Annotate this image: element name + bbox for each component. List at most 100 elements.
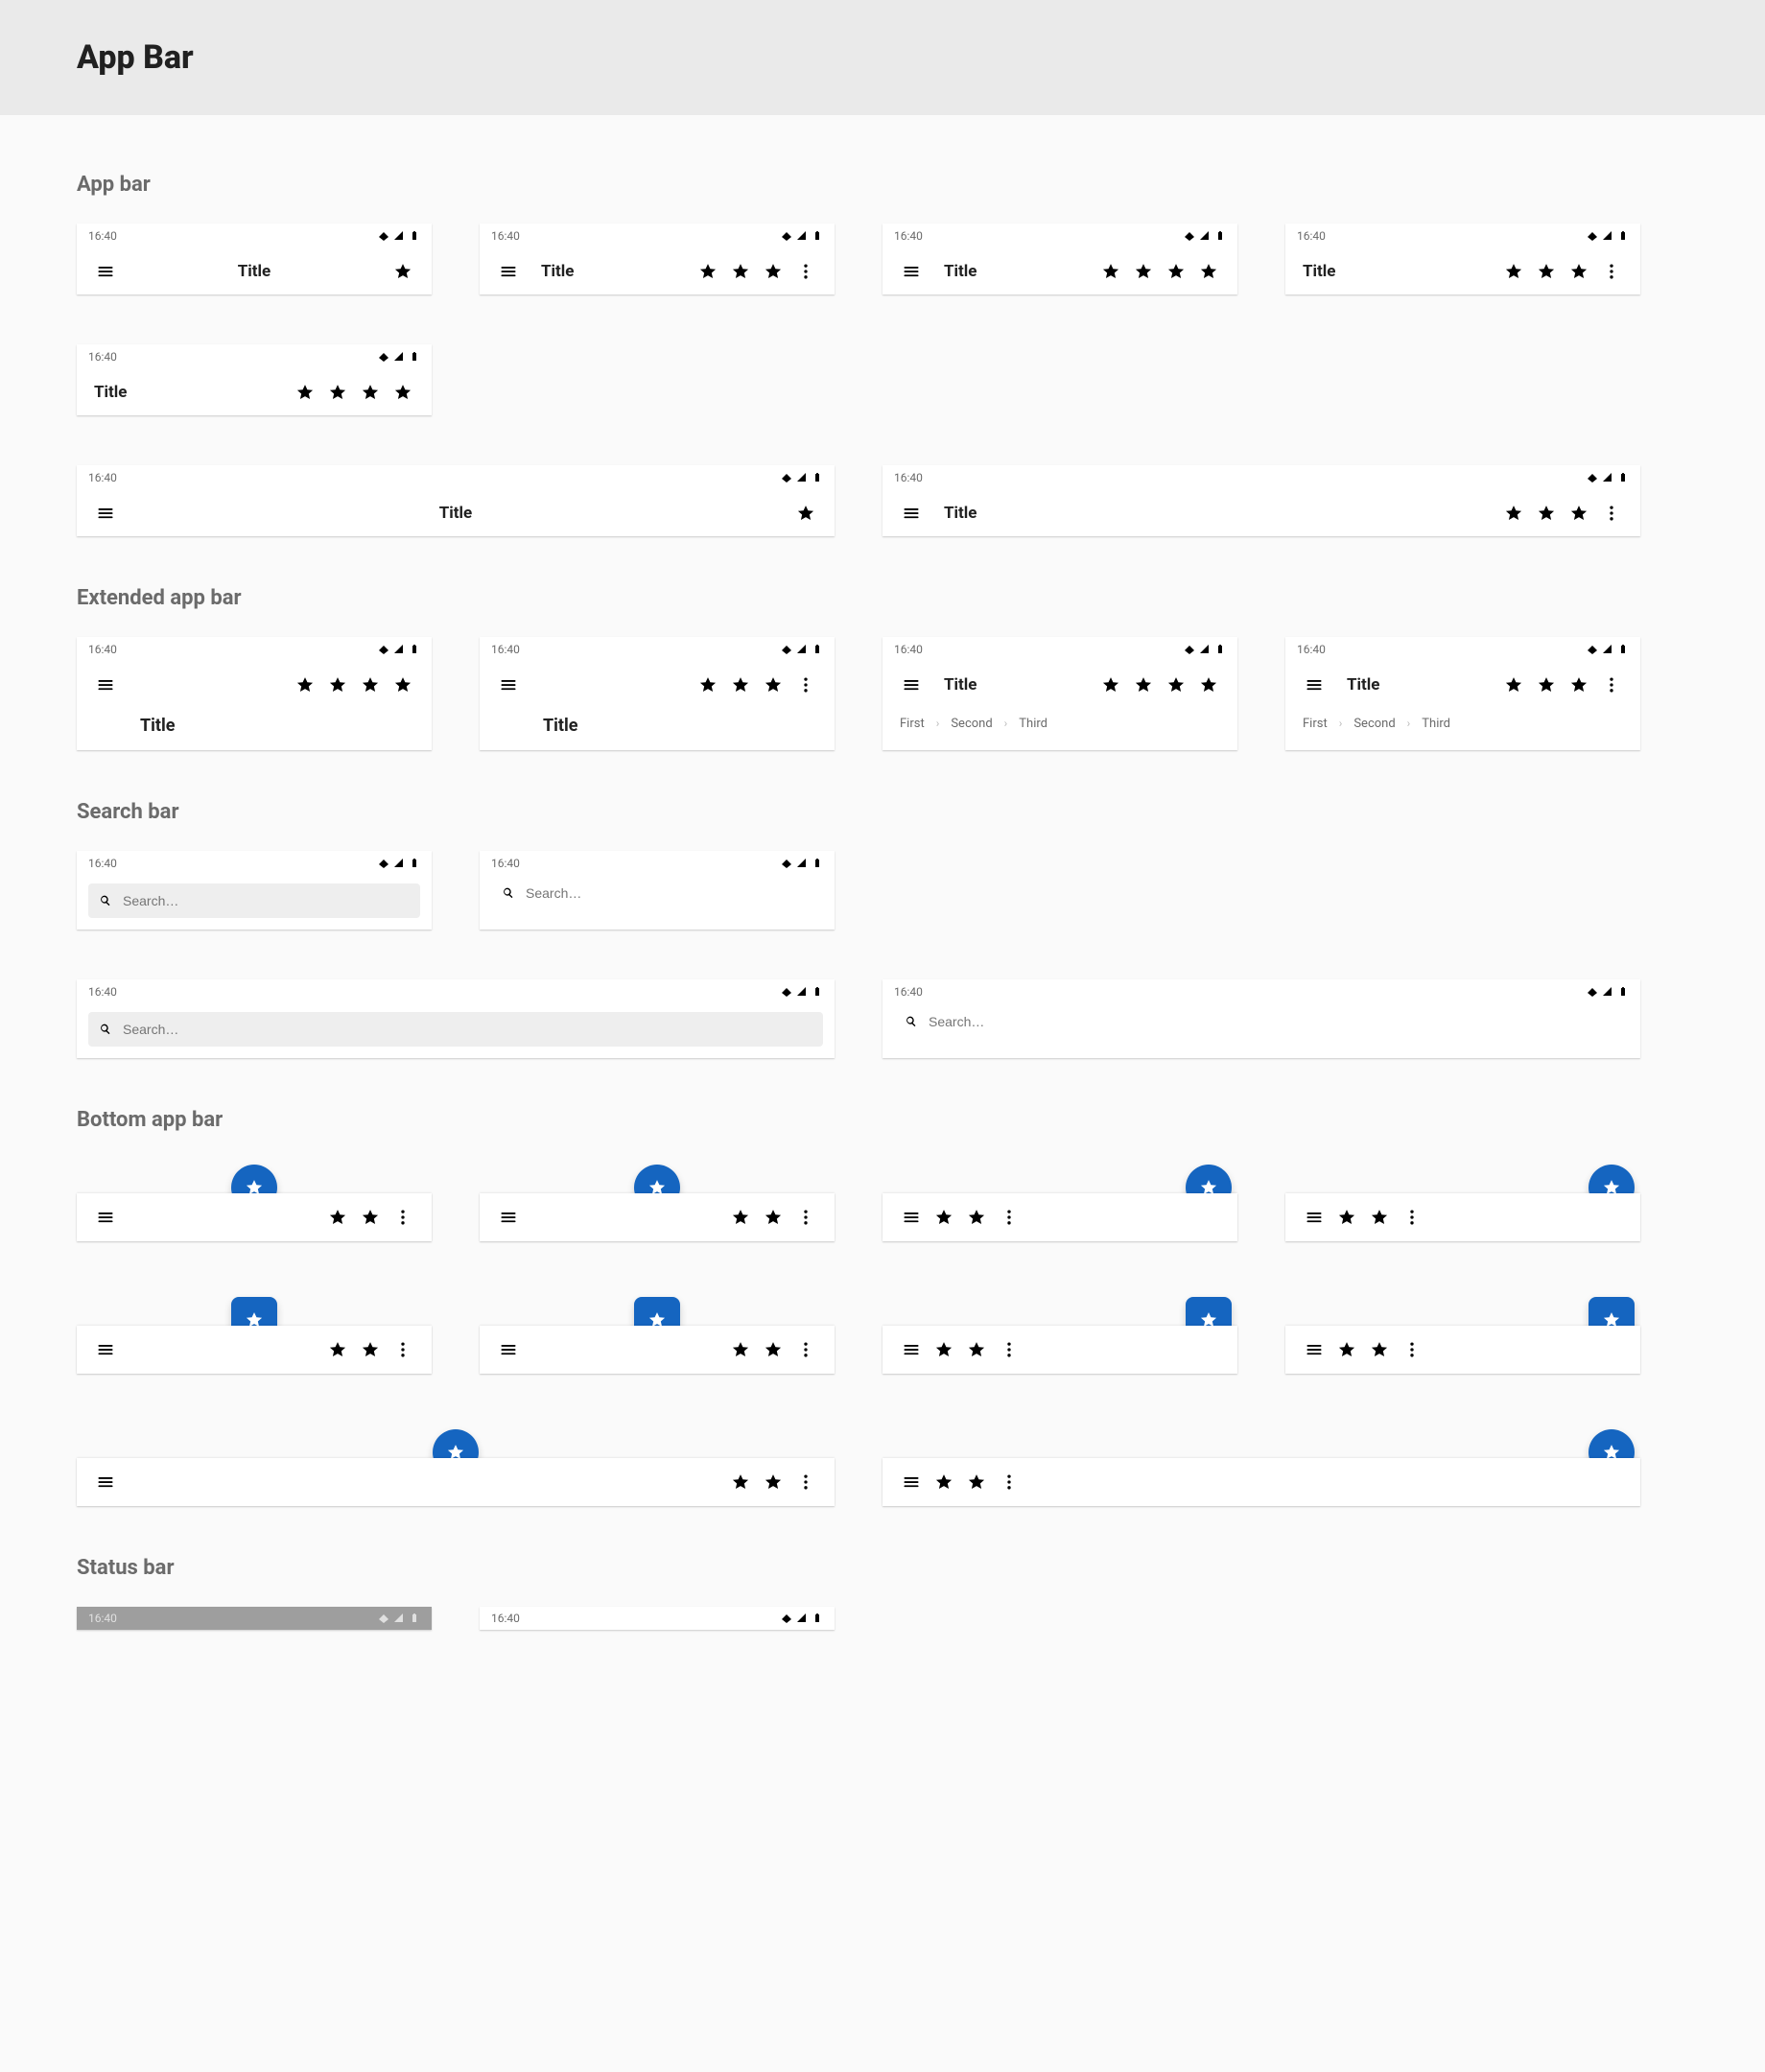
action-star[interactable]	[693, 256, 723, 287]
action-star[interactable]	[961, 1334, 992, 1365]
overflow-button[interactable]	[994, 1334, 1024, 1365]
action-star[interactable]	[322, 377, 353, 408]
action-star[interactable]	[1531, 670, 1562, 700]
overflow-button[interactable]	[790, 1334, 821, 1365]
action-star[interactable]	[1331, 1202, 1362, 1233]
menu-button[interactable]	[90, 1202, 121, 1233]
action-star[interactable]	[961, 1467, 992, 1497]
action-star[interactable]	[1193, 256, 1224, 287]
action-star[interactable]	[290, 377, 320, 408]
menu-button[interactable]	[896, 1202, 927, 1233]
overflow-button[interactable]	[388, 1334, 418, 1365]
action-star[interactable]	[725, 670, 756, 700]
breadcrumb-item[interactable]: Second	[951, 717, 992, 731]
action-star[interactable]	[1498, 498, 1529, 529]
breadcrumb-item[interactable]: Third	[1019, 717, 1047, 731]
menu-button[interactable]	[493, 256, 524, 287]
breadcrumb-item[interactable]: First	[1303, 717, 1328, 731]
action-star[interactable]	[388, 256, 418, 287]
breadcrumb-item[interactable]: Third	[1422, 717, 1450, 731]
action-star[interactable]	[322, 670, 353, 700]
action-star[interactable]	[1498, 670, 1529, 700]
action-star[interactable]	[1095, 256, 1126, 287]
menu-button[interactable]	[493, 1202, 524, 1233]
action-star[interactable]	[1095, 670, 1126, 700]
action-star[interactable]	[1161, 670, 1191, 700]
action-star[interactable]	[1531, 498, 1562, 529]
search-input[interactable]	[121, 1021, 813, 1038]
action-star[interactable]	[388, 670, 418, 700]
action-star[interactable]	[758, 1202, 788, 1233]
action-star[interactable]	[961, 1202, 992, 1233]
action-star[interactable]	[1161, 256, 1191, 287]
action-star[interactable]	[758, 670, 788, 700]
breadcrumb-item[interactable]: First	[900, 717, 925, 731]
action-star[interactable]	[1564, 670, 1594, 700]
menu-button[interactable]	[896, 1467, 927, 1497]
action-star[interactable]	[1564, 498, 1594, 529]
action-star[interactable]	[1193, 670, 1224, 700]
overflow-button[interactable]	[790, 1467, 821, 1497]
menu-button[interactable]	[90, 670, 121, 700]
breadcrumb-item[interactable]: Second	[1353, 717, 1395, 731]
overflow-button[interactable]	[994, 1467, 1024, 1497]
overflow-button[interactable]	[1596, 256, 1627, 287]
action-star[interactable]	[758, 1334, 788, 1365]
overflow-button[interactable]	[1397, 1202, 1427, 1233]
action-star[interactable]	[725, 1202, 756, 1233]
action-star[interactable]	[355, 1334, 386, 1365]
action-star[interactable]	[1364, 1334, 1395, 1365]
overflow-button[interactable]	[790, 1202, 821, 1233]
action-star[interactable]	[929, 1334, 959, 1365]
menu-button[interactable]	[1299, 1334, 1330, 1365]
overflow-button[interactable]	[1397, 1334, 1427, 1365]
action-star[interactable]	[355, 377, 386, 408]
menu-button[interactable]	[493, 1334, 524, 1365]
action-star[interactable]	[1498, 256, 1529, 287]
menu-button[interactable]	[90, 498, 121, 529]
overflow-button[interactable]	[790, 670, 821, 700]
overflow-button[interactable]	[388, 1202, 418, 1233]
action-star[interactable]	[355, 1202, 386, 1233]
menu-button[interactable]	[90, 1334, 121, 1365]
action-star[interactable]	[1531, 256, 1562, 287]
action-star[interactable]	[725, 1334, 756, 1365]
menu-button[interactable]	[896, 498, 927, 529]
action-star[interactable]	[1564, 256, 1594, 287]
action-star[interactable]	[693, 670, 723, 700]
action-star[interactable]	[388, 377, 418, 408]
overflow-button[interactable]	[1596, 498, 1627, 529]
action-star[interactable]	[355, 670, 386, 700]
menu-button[interactable]	[896, 1334, 927, 1365]
menu-button[interactable]	[90, 256, 121, 287]
action-star[interactable]	[758, 256, 788, 287]
search-field[interactable]	[894, 1004, 1629, 1039]
overflow-button[interactable]	[790, 256, 821, 287]
search-input[interactable]	[121, 892, 411, 909]
action-star[interactable]	[758, 1467, 788, 1497]
action-star[interactable]	[322, 1334, 353, 1365]
action-star[interactable]	[929, 1202, 959, 1233]
search-field[interactable]	[491, 876, 823, 910]
search-input[interactable]	[524, 884, 813, 902]
action-star[interactable]	[1128, 256, 1159, 287]
action-star[interactable]	[290, 670, 320, 700]
action-star[interactable]	[1128, 670, 1159, 700]
search-input[interactable]	[927, 1013, 1619, 1030]
action-star[interactable]	[1331, 1334, 1362, 1365]
action-star[interactable]	[790, 498, 821, 529]
menu-button[interactable]	[1299, 670, 1330, 700]
menu-button[interactable]	[896, 256, 927, 287]
menu-button[interactable]	[1299, 1202, 1330, 1233]
menu-button[interactable]	[493, 670, 524, 700]
menu-button[interactable]	[896, 670, 927, 700]
search-field[interactable]	[88, 883, 420, 918]
overflow-button[interactable]	[1596, 670, 1627, 700]
action-star[interactable]	[322, 1202, 353, 1233]
action-star[interactable]	[1364, 1202, 1395, 1233]
action-star[interactable]	[725, 256, 756, 287]
menu-button[interactable]	[90, 1467, 121, 1497]
action-star[interactable]	[929, 1467, 959, 1497]
search-field[interactable]	[88, 1012, 823, 1047]
overflow-button[interactable]	[994, 1202, 1024, 1233]
